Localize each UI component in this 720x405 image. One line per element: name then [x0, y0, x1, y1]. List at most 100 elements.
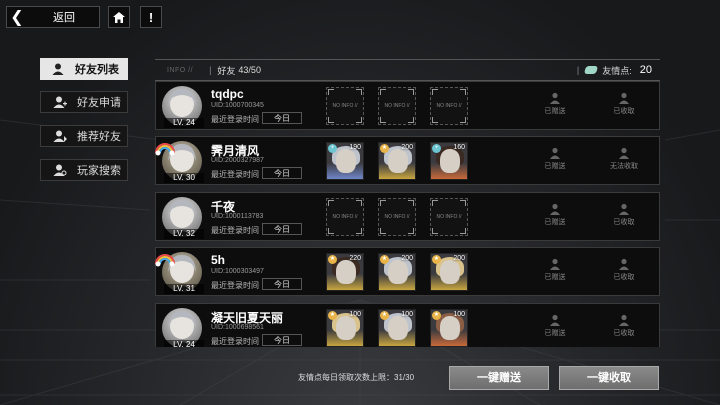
sidebar-item-player-search[interactable]: 玩家搜索 [40, 159, 128, 181]
support-card-empty: NO INFO // [326, 87, 364, 125]
card-level: 200 [453, 255, 465, 262]
send-status[interactable]: 已赠送 [535, 203, 575, 227]
support-card[interactable]: +160 [430, 142, 468, 180]
receive-status-label: 已收取 [613, 219, 635, 226]
character-face [440, 260, 460, 284]
player-level: LV. 30 [164, 173, 204, 183]
star-icon: ★ [328, 311, 337, 320]
support-card[interactable]: ★ 100 [378, 309, 416, 347]
sidebar-item-friend-request[interactable]: 好友申请 [40, 91, 128, 113]
sidebar-item-recommend[interactable]: 推荐好友 [40, 125, 128, 147]
info-tag: INFO // [167, 66, 194, 74]
person-icon [535, 92, 575, 104]
card-level: 190 [349, 144, 361, 151]
send-status-label: 已赠送 [544, 219, 566, 226]
friendship-points: | 友情点: 20 [561, 64, 656, 77]
rainbow-badge-icon [155, 254, 175, 267]
last-login-label: 最近登录时间 [211, 226, 259, 235]
friendship-value: 20 [639, 64, 652, 76]
support-card[interactable]: ★ 200 [378, 142, 416, 180]
support-card-empty: NO INFO // [430, 87, 468, 125]
friend-list[interactable]: LV. 24 tqdpc UID:1000700345 最近登录时间 今日 NO INFO… [155, 81, 660, 347]
friend-uid: UID:1000698561 [211, 324, 264, 331]
receive-status[interactable]: 已收取 [604, 203, 644, 227]
character-face [440, 316, 460, 340]
send-status[interactable]: 已赠送 [535, 314, 575, 338]
support-card[interactable]: ★ 220 [326, 253, 364, 291]
card-level: 100 [453, 311, 465, 318]
player-level: LV. 31 [164, 284, 204, 294]
star-icon: ★ [380, 144, 389, 153]
support-card-empty: NO INFO // [378, 198, 416, 236]
friend-row[interactable]: LV. 32 千夜 UID:1000113783 最近登录时间 今日 NO INFO //… [155, 192, 660, 241]
receive-status-label: 已收取 [613, 274, 635, 281]
receive-status[interactable]: 已收取 [604, 92, 644, 116]
last-login-value: 今日 [262, 334, 302, 346]
receive-status[interactable]: 已收取 [604, 258, 644, 282]
card-level: 200 [401, 255, 413, 262]
rainbow-badge-icon [155, 143, 175, 156]
person-icon [604, 92, 644, 104]
friend-name: tqdpc [211, 87, 244, 101]
receive-status[interactable]: 无法收取 [604, 147, 644, 171]
player-search-icon [51, 161, 69, 179]
receive-all-button[interactable]: 一键收取 [559, 366, 659, 390]
person-icon [604, 258, 644, 270]
receive-status-label: 无法收取 [610, 163, 638, 170]
support-card[interactable]: ★ 200 [430, 253, 468, 291]
recommend-friend-icon [51, 127, 69, 145]
send-all-button[interactable]: 一键赠送 [449, 366, 549, 390]
friend-row[interactable]: LV. 24 tqdpc UID:1000700345 最近登录时间 今日 NO INFO… [155, 81, 660, 130]
last-login-label: 最近登录时间 [211, 115, 259, 124]
back-button[interactable]: ❮ 返回 [6, 6, 100, 28]
sidebar-item-label: 玩家搜索 [77, 165, 121, 177]
last-login-value: 今日 [262, 112, 302, 124]
player-level: LV. 24 [164, 118, 204, 128]
support-card[interactable]: ★ 100 [430, 309, 468, 347]
star-icon: ★ [432, 311, 441, 320]
notice-button[interactable]: ! [140, 6, 162, 28]
support-card-empty: NO INFO // [430, 198, 468, 236]
friend-uid: UID:1000303497 [211, 268, 264, 275]
receive-status-label: 已收取 [613, 108, 635, 115]
send-status-label: 已赠送 [544, 163, 566, 170]
star-icon: ★ [380, 255, 389, 264]
star-icon: ★ [432, 255, 441, 264]
send-status[interactable]: 已赠送 [535, 258, 575, 282]
person-icon [535, 258, 575, 270]
send-status-label: 已赠送 [544, 108, 566, 115]
friendship-point-icon [584, 66, 599, 74]
no-info-label: NO INFO // [384, 103, 410, 109]
support-card[interactable]: ★ 100 [326, 309, 364, 347]
support-card[interactable]: +190 [326, 142, 364, 180]
separator: | [209, 65, 212, 75]
send-status-label: 已赠送 [544, 330, 566, 337]
character-face [388, 316, 408, 340]
no-info-label: NO INFO // [384, 214, 410, 220]
friend-row[interactable]: LV. 30 霁月清风 UID:2000327987 最近登录时间 今日 +190 ★ 200… [155, 136, 660, 185]
friend-request-icon [51, 93, 69, 111]
back-arrow-icon: ❮ [10, 9, 24, 26]
friendship-label: 友情点: [602, 65, 632, 76]
support-card[interactable]: ★ 200 [378, 253, 416, 291]
card-level: 100 [401, 311, 413, 318]
sidebar-item-label: 推荐好友 [77, 131, 121, 143]
back-label: 返回 [53, 12, 75, 24]
support-card-empty: NO INFO // [326, 198, 364, 236]
friend-uid: UID:2000327987 [211, 157, 264, 164]
home-button[interactable] [108, 6, 130, 28]
receive-status[interactable]: 已收取 [604, 314, 644, 338]
friend-row[interactable]: LV. 24 凝天旧夏天丽 UID:1000698561 最近登录时间 今日 ★ 100 ★ 1… [155, 303, 660, 347]
friend-name: 5h [211, 253, 226, 267]
character-face [388, 260, 408, 284]
last-login-value: 今日 [262, 278, 302, 290]
sidebar-item-friend-list[interactable]: 好友列表 [40, 58, 128, 80]
character-face [440, 149, 460, 173]
character-face [336, 260, 356, 284]
card-level: 220 [349, 255, 361, 262]
send-status[interactable]: 已赠送 [535, 147, 575, 171]
person-icon [535, 203, 575, 215]
friend-row[interactable]: LV. 31 5h UID:1000303497 最近登录时间 今日 ★ 220 ★ 200 ★ 2… [155, 247, 660, 296]
character-face [336, 316, 356, 340]
send-status[interactable]: 已赠送 [535, 92, 575, 116]
